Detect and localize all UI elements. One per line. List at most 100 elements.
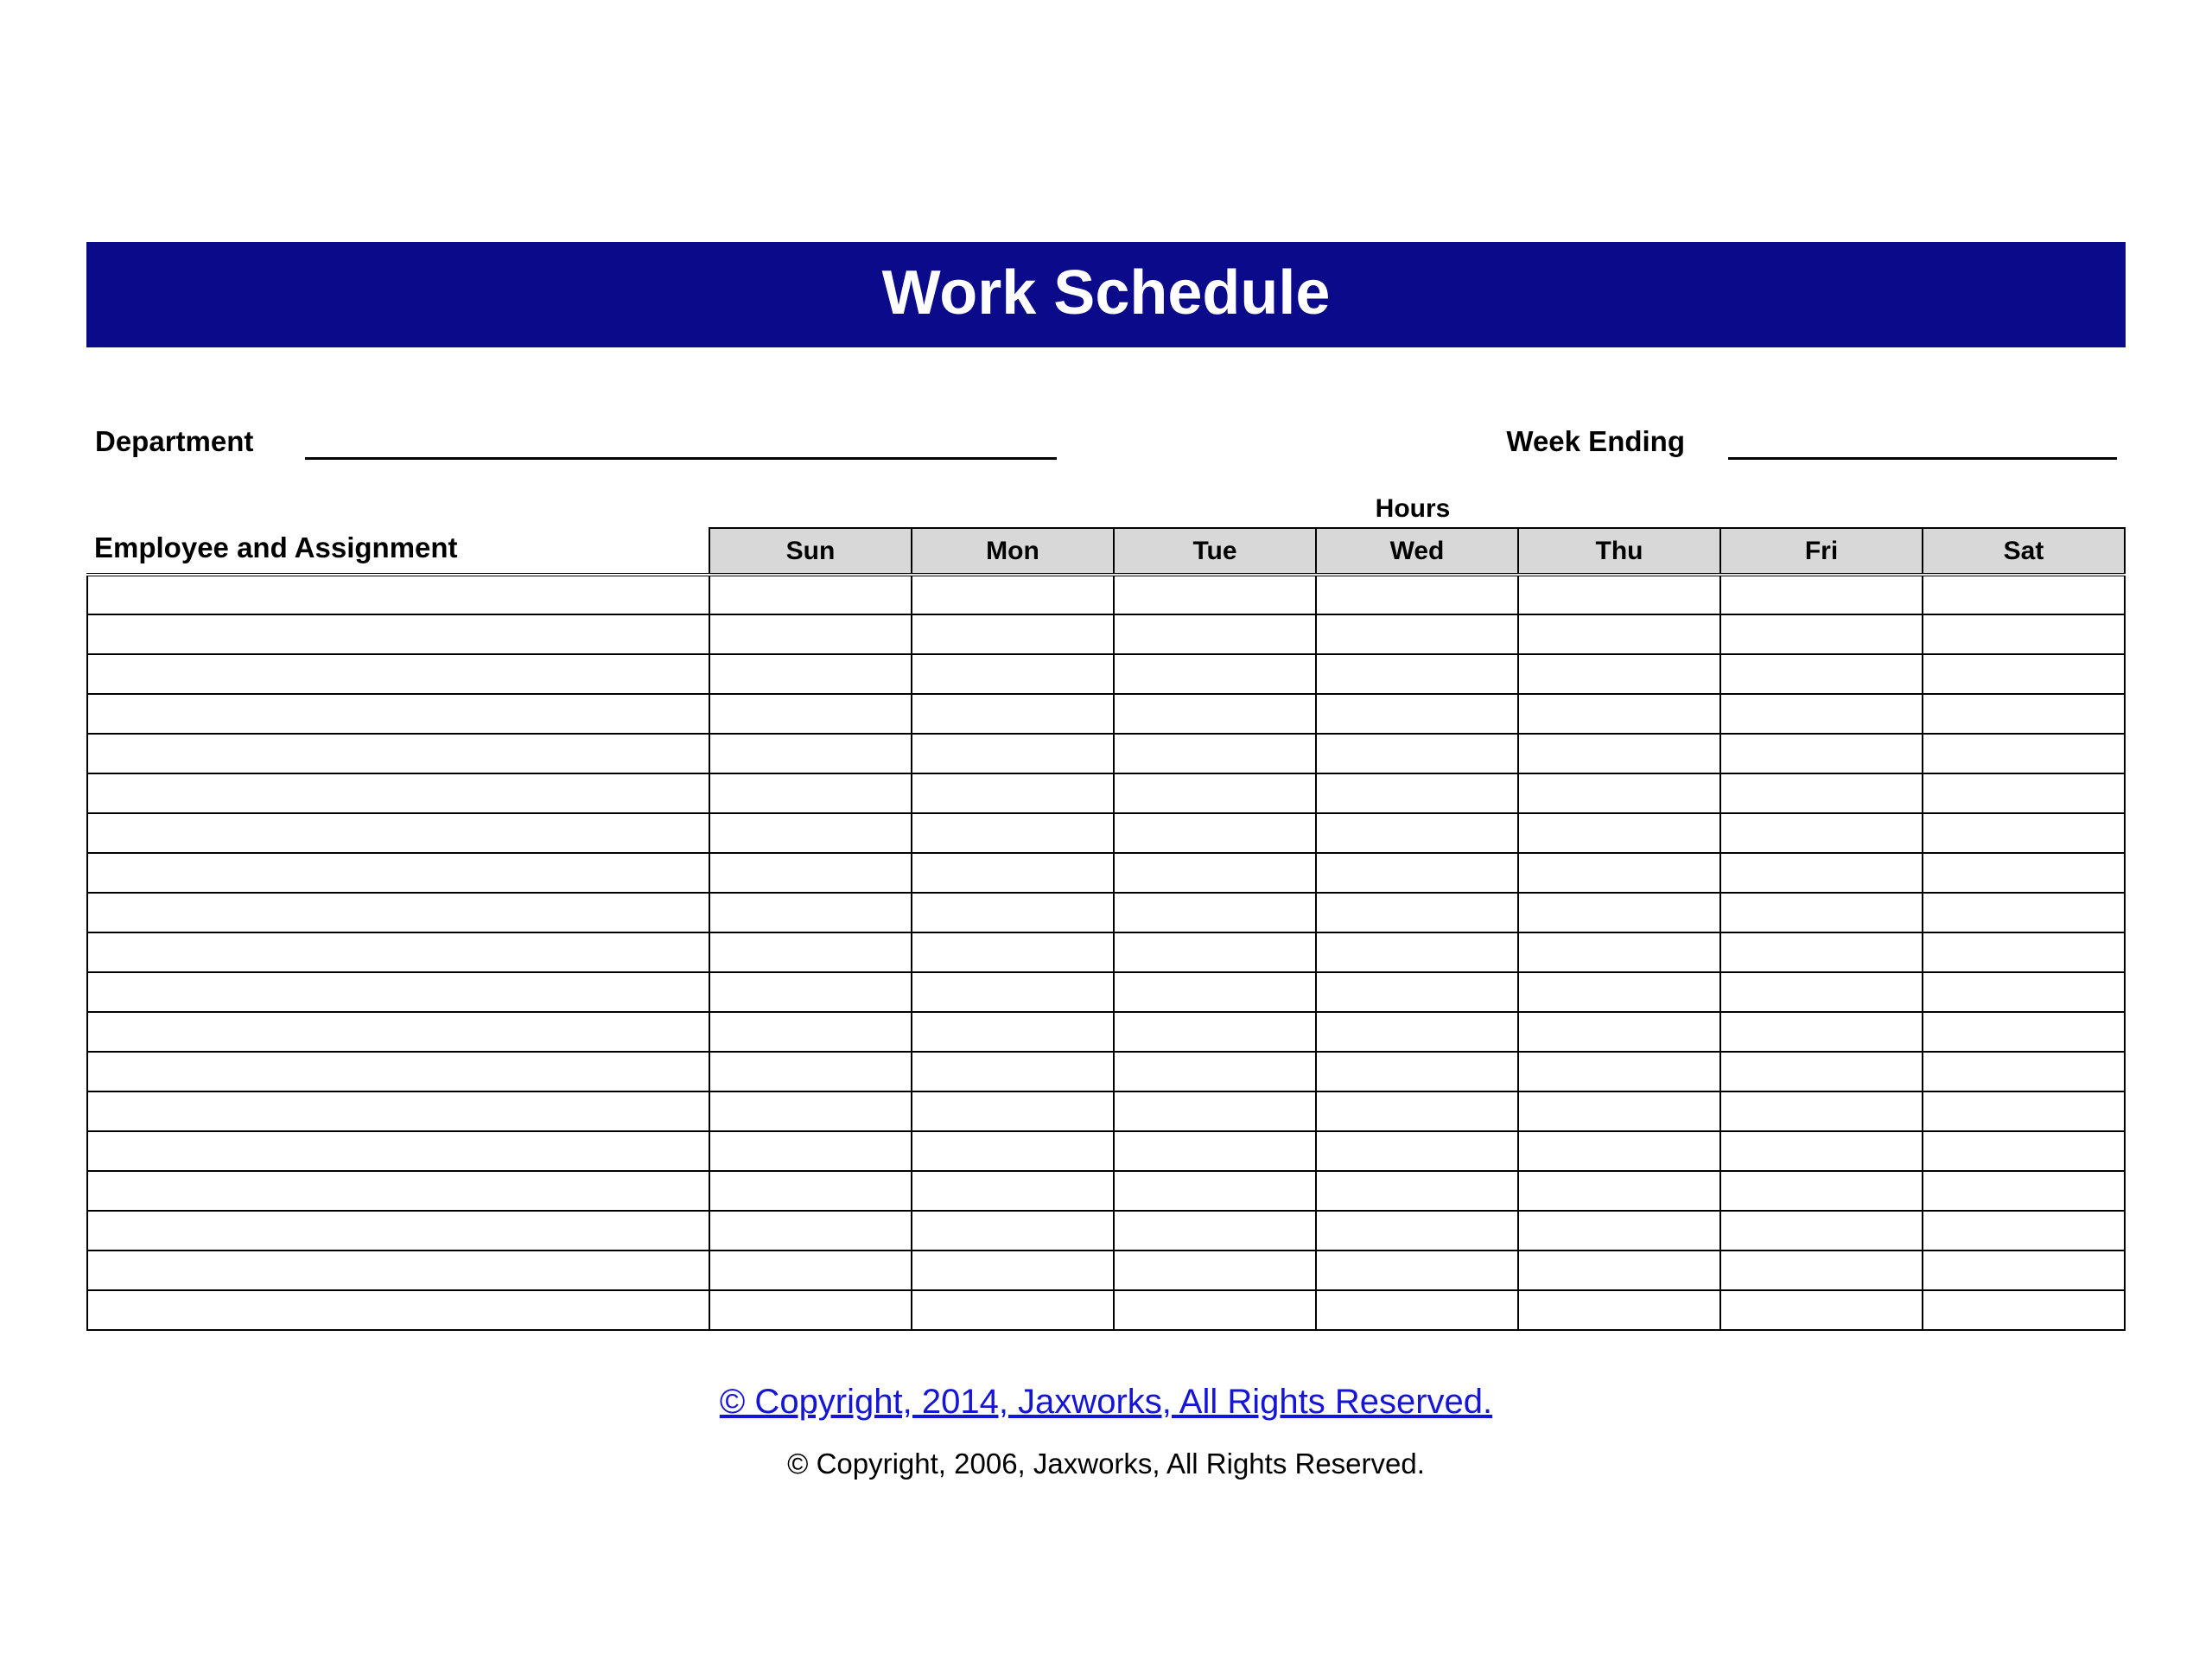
hours-cell[interactable] (1923, 773, 2125, 813)
hours-cell[interactable] (1518, 614, 1720, 654)
hours-cell[interactable] (912, 575, 1114, 614)
hours-cell[interactable] (1114, 972, 1316, 1012)
copyright-link[interactable]: © Copyright, 2014, Jaxworks, All Rights … (720, 1383, 1492, 1422)
hours-cell[interactable] (1316, 1012, 1518, 1052)
hours-cell[interactable] (1518, 1211, 1720, 1251)
hours-cell[interactable] (1316, 972, 1518, 1012)
employee-cell[interactable] (87, 813, 709, 853)
hours-cell[interactable] (1114, 932, 1316, 972)
hours-cell[interactable] (912, 773, 1114, 813)
hours-cell[interactable] (912, 893, 1114, 932)
hours-cell[interactable] (709, 1211, 912, 1251)
hours-cell[interactable] (709, 614, 912, 654)
hours-cell[interactable] (709, 1131, 912, 1171)
hours-cell[interactable] (1114, 734, 1316, 773)
hours-cell[interactable] (1114, 813, 1316, 853)
employee-cell[interactable] (87, 1052, 709, 1091)
hours-cell[interactable] (1923, 853, 2125, 893)
hours-cell[interactable] (1316, 1091, 1518, 1131)
employee-cell[interactable] (87, 932, 709, 972)
week-ending-input-line[interactable] (1728, 429, 2117, 460)
employee-cell[interactable] (87, 614, 709, 654)
hours-cell[interactable] (1923, 932, 2125, 972)
hours-cell[interactable] (1316, 1171, 1518, 1211)
hours-cell[interactable] (912, 614, 1114, 654)
hours-cell[interactable] (1720, 654, 1923, 694)
hours-cell[interactable] (1316, 1211, 1518, 1251)
hours-cell[interactable] (1720, 773, 1923, 813)
hours-cell[interactable] (709, 1251, 912, 1290)
hours-cell[interactable] (1518, 1052, 1720, 1091)
hours-cell[interactable] (709, 853, 912, 893)
hours-cell[interactable] (1114, 614, 1316, 654)
hours-cell[interactable] (1518, 575, 1720, 614)
hours-cell[interactable] (1114, 853, 1316, 893)
hours-cell[interactable] (1518, 734, 1720, 773)
hours-cell[interactable] (1316, 734, 1518, 773)
hours-cell[interactable] (912, 1091, 1114, 1131)
hours-cell[interactable] (1720, 1251, 1923, 1290)
hours-cell[interactable] (1923, 893, 2125, 932)
hours-cell[interactable] (1720, 1052, 1923, 1091)
hours-cell[interactable] (1923, 1171, 2125, 1211)
hours-cell[interactable] (1720, 1012, 1923, 1052)
hours-cell[interactable] (912, 1251, 1114, 1290)
hours-cell[interactable] (1720, 813, 1923, 853)
hours-cell[interactable] (709, 1052, 912, 1091)
hours-cell[interactable] (1923, 575, 2125, 614)
hours-cell[interactable] (709, 932, 912, 972)
hours-cell[interactable] (1518, 1290, 1720, 1330)
hours-cell[interactable] (912, 734, 1114, 773)
hours-cell[interactable] (1923, 1131, 2125, 1171)
hours-cell[interactable] (1316, 654, 1518, 694)
hours-cell[interactable] (1923, 1091, 2125, 1131)
hours-cell[interactable] (1720, 1131, 1923, 1171)
hours-cell[interactable] (1316, 1290, 1518, 1330)
hours-cell[interactable] (1114, 1131, 1316, 1171)
hours-cell[interactable] (1316, 1052, 1518, 1091)
hours-cell[interactable] (1518, 1251, 1720, 1290)
hours-cell[interactable] (912, 1131, 1114, 1171)
hours-cell[interactable] (1518, 853, 1720, 893)
hours-cell[interactable] (1316, 853, 1518, 893)
hours-cell[interactable] (1316, 614, 1518, 654)
employee-cell[interactable] (87, 694, 709, 734)
hours-cell[interactable] (709, 893, 912, 932)
hours-cell[interactable] (1114, 773, 1316, 813)
hours-cell[interactable] (1923, 813, 2125, 853)
hours-cell[interactable] (1114, 1171, 1316, 1211)
employee-cell[interactable] (87, 853, 709, 893)
hours-cell[interactable] (912, 853, 1114, 893)
hours-cell[interactable] (1518, 1171, 1720, 1211)
hours-cell[interactable] (912, 813, 1114, 853)
hours-cell[interactable] (912, 654, 1114, 694)
hours-cell[interactable] (1518, 1091, 1720, 1131)
hours-cell[interactable] (1518, 694, 1720, 734)
hours-cell[interactable] (1720, 1171, 1923, 1211)
hours-cell[interactable] (1720, 734, 1923, 773)
hours-cell[interactable] (709, 575, 912, 614)
employee-cell[interactable] (87, 1171, 709, 1211)
hours-cell[interactable] (912, 932, 1114, 972)
hours-cell[interactable] (1923, 654, 2125, 694)
hours-cell[interactable] (709, 773, 912, 813)
hours-cell[interactable] (1923, 1012, 2125, 1052)
hours-cell[interactable] (1518, 932, 1720, 972)
hours-cell[interactable] (1923, 1251, 2125, 1290)
hours-cell[interactable] (1923, 1290, 2125, 1330)
employee-cell[interactable] (87, 1211, 709, 1251)
hours-cell[interactable] (709, 1171, 912, 1211)
hours-cell[interactable] (709, 734, 912, 773)
hours-cell[interactable] (709, 972, 912, 1012)
hours-cell[interactable] (709, 813, 912, 853)
hours-cell[interactable] (912, 694, 1114, 734)
hours-cell[interactable] (1114, 893, 1316, 932)
hours-cell[interactable] (1923, 972, 2125, 1012)
hours-cell[interactable] (1316, 932, 1518, 972)
hours-cell[interactable] (1720, 932, 1923, 972)
hours-cell[interactable] (912, 1012, 1114, 1052)
employee-cell[interactable] (87, 1290, 709, 1330)
hours-cell[interactable] (1316, 893, 1518, 932)
department-input-line[interactable] (305, 429, 1057, 460)
hours-cell[interactable] (1720, 853, 1923, 893)
